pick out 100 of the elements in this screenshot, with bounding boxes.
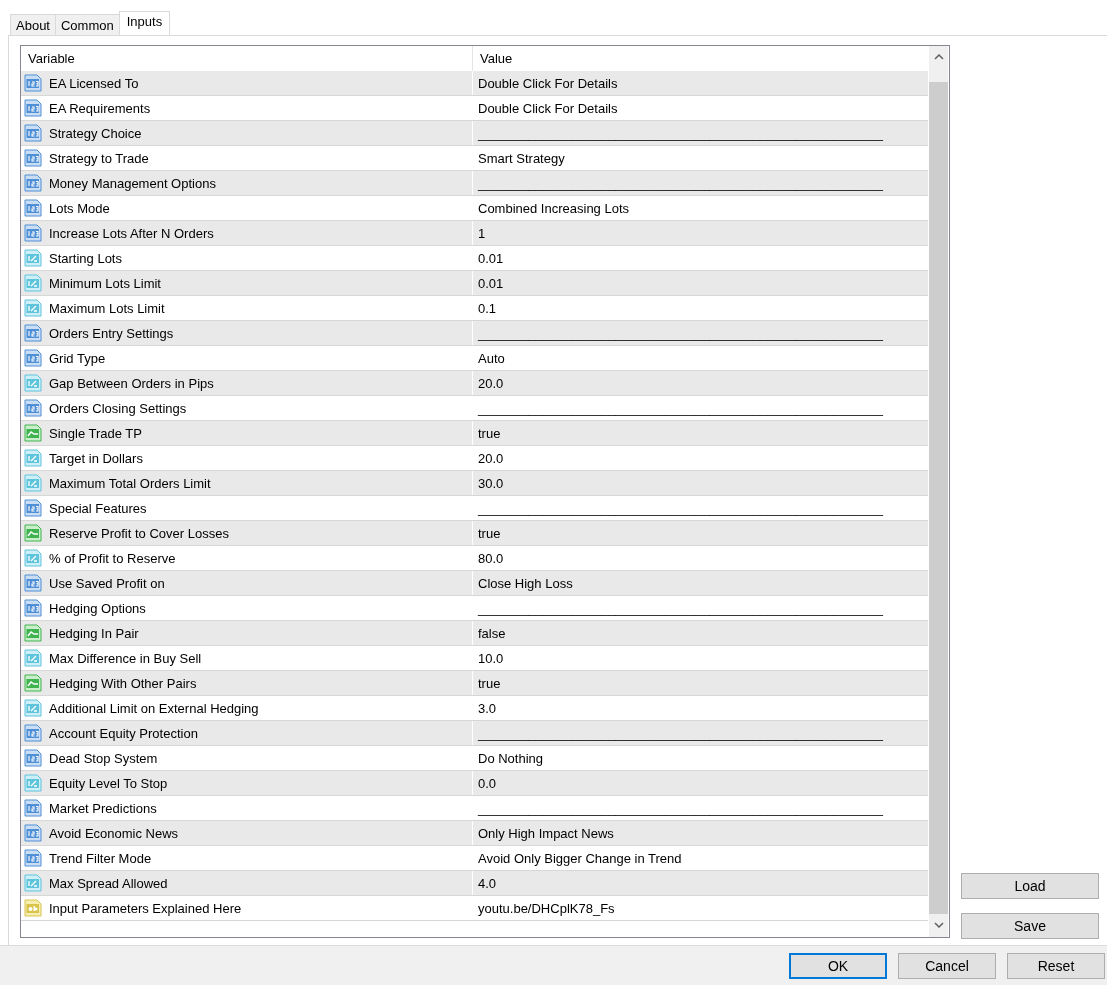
document-icon [24, 449, 42, 467]
variable-name: Maximum Total Orders Limit [49, 475, 211, 491]
side-button[interactable]: Save [961, 913, 1099, 939]
document-icon [24, 99, 42, 117]
variable-name: Equity Level To Stop [49, 775, 168, 791]
document-icon [24, 349, 42, 367]
value-text[interactable]: ________________________________________________________ [478, 325, 883, 341]
variable-name: Strategy Choice [49, 125, 142, 141]
scroll-down-icon[interactable] [933, 922, 944, 928]
value-text[interactable]: 20.0 [478, 450, 504, 466]
value-text[interactable]: Do Nothing [478, 750, 544, 766]
dialog-button[interactable]: OK [789, 953, 887, 979]
value-text[interactable]: Auto [478, 350, 505, 366]
value-text[interactable]: ________________________________________________________ [478, 175, 883, 191]
value-text[interactable]: true [478, 425, 501, 441]
value-text[interactable]: 3.0 [478, 700, 497, 716]
document-icon [24, 424, 42, 442]
value-text[interactable]: Smart Strategy [478, 150, 565, 166]
variable-name: Minimum Lots Limit [49, 275, 161, 291]
tab[interactable]: Common [55, 14, 120, 35]
variable-name: Single Trade TP [49, 425, 142, 441]
variable-name: Hedging Options [49, 600, 146, 616]
value-text[interactable]: 0.1 [478, 300, 497, 316]
value-text[interactable]: Close High Loss [478, 575, 573, 591]
variable-name: Target in Dollars [49, 450, 143, 466]
document-icon [24, 224, 42, 242]
variable-name: Avoid Economic News [49, 825, 179, 841]
value-text[interactable]: 30.0 [478, 475, 504, 491]
value-text[interactable]: ________________________________________________________ [478, 800, 883, 816]
value-text[interactable]: ________________________________________________________ [478, 125, 883, 141]
document-icon [24, 549, 42, 567]
variable-name: Max Spread Allowed [49, 875, 168, 891]
scroll-up-icon[interactable] [933, 54, 944, 60]
document-icon [24, 649, 42, 667]
variable-name: Max Difference in Buy Sell [49, 650, 202, 666]
side-button[interactable]: Load [961, 873, 1099, 899]
value-text[interactable]: 0.01 [478, 275, 504, 291]
variable-name: Increase Lots After N Orders [49, 225, 214, 241]
variable-name: Orders Entry Settings [49, 325, 174, 341]
value-text[interactable]: false [478, 625, 506, 641]
value-text[interactable]: 10.0 [478, 650, 504, 666]
value-text[interactable]: 0.0 [478, 775, 497, 791]
variable-name: EA Requirements [49, 100, 151, 116]
value-text[interactable]: 0.01 [478, 250, 504, 266]
document-icon [24, 274, 42, 292]
value-text[interactable]: ________________________________________________________ [478, 600, 883, 616]
value-text[interactable]: Double Click For Details [478, 100, 618, 116]
value-text[interactable]: Avoid Only Bigger Change in Trend [478, 850, 682, 866]
document-icon [24, 149, 42, 167]
variable-name: Gap Between Orders in Pips [49, 375, 214, 391]
document-icon [24, 499, 42, 517]
variable-name: Strategy to Trade [49, 150, 149, 166]
variable-name: Hedging With Other Pairs [49, 675, 197, 691]
document-icon [24, 724, 42, 742]
document-icon [24, 399, 42, 417]
document-icon [24, 749, 42, 767]
variable-name: Trend Filter Mode [49, 850, 152, 866]
value-text[interactable]: true [478, 675, 501, 691]
variable-name: Reserve Profit to Cover Losses [49, 525, 229, 541]
value-text[interactable]: ________________________________________________________ [478, 400, 883, 416]
value-text[interactable]: ________________________________________________________ [478, 500, 883, 516]
value-text[interactable]: 4.0 [478, 875, 497, 891]
value-text[interactable]: 80.0 [478, 550, 504, 566]
variable-name: Maximum Lots Limit [49, 300, 165, 316]
tab[interactable]: Inputs [118, 11, 171, 35]
document-icon [24, 674, 42, 692]
variable-name: Additional Limit on External Hedging [49, 700, 259, 716]
document-icon [24, 74, 42, 92]
value-text[interactable]: 1 [478, 225, 486, 241]
document-icon [24, 699, 42, 717]
value-text[interactable]: Combined Increasing Lots [478, 200, 630, 216]
document-icon [24, 799, 42, 817]
document-icon [24, 874, 42, 892]
variable-name: Use Saved Profit on [49, 575, 165, 591]
variable-name: Grid Type [49, 350, 106, 366]
value-text[interactable]: Double Click For Details [478, 75, 618, 91]
value-text[interactable]: true [478, 525, 501, 541]
variable-name: Starting Lots [49, 250, 122, 266]
document-icon [24, 249, 42, 267]
value-text[interactable]: youtu.be/DHCplK78_Fs [478, 900, 615, 916]
dialog-button[interactable]: Reset [1007, 953, 1105, 979]
tab[interactable]: About [10, 14, 56, 35]
document-icon [24, 524, 42, 542]
variable-name: Money Management Options [49, 175, 216, 191]
document-icon [24, 849, 42, 867]
dialog-button[interactable]: Cancel [898, 953, 996, 979]
value-text[interactable]: 20.0 [478, 375, 504, 391]
variable-name: Dead Stop System [49, 750, 158, 766]
column-header[interactable]: Value [473, 46, 513, 71]
value-text[interactable]: ________________________________________________________ [478, 725, 883, 741]
variable-name: Market Predictions [49, 800, 157, 816]
variable-name: % of Profit to Reserve [49, 550, 176, 566]
value-text[interactable]: Only High Impact News [478, 825, 614, 841]
variable-name: Special Features [49, 500, 147, 516]
document-icon [24, 774, 42, 792]
variable-name: Orders Closing Settings [49, 400, 187, 416]
variable-name: Lots Mode [49, 200, 110, 216]
variable-name: EA Licensed To [49, 75, 139, 91]
document-icon [24, 324, 42, 342]
variable-name: Input Parameters Explained Here [49, 900, 242, 916]
